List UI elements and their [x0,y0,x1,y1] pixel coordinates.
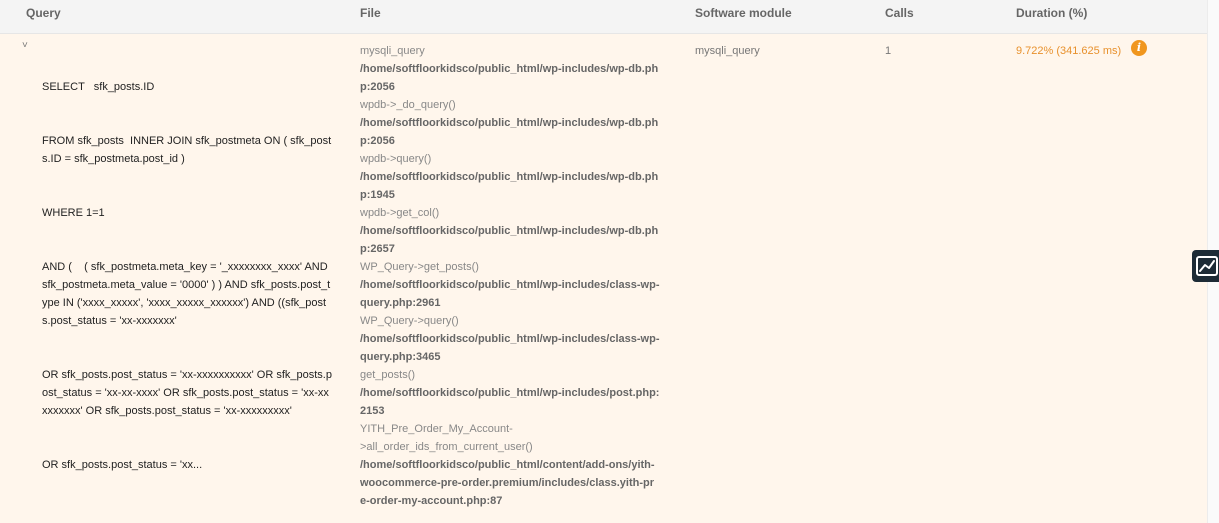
info-icon[interactable]: i [1131,40,1147,56]
chevron-down-icon[interactable]: ˅ [22,40,28,51]
query-line: AND ( ( sfk_postmeta.meta_key = '_xxxxxx… [42,261,331,327]
stack-path: /home/softfloorkidsco/public_html/conten… [360,459,655,507]
query-text: SELECT sfk_posts.ID FROM sfk_posts INNER… [42,42,332,510]
column-header-file[interactable]: File [360,6,381,20]
stack-function: WP_Query->query() [360,315,459,327]
column-header-module[interactable]: Software module [695,6,792,20]
stack-function: mysqli_query [360,45,425,57]
column-header-calls[interactable]: Calls [885,6,914,20]
stack-path: /home/softfloorkidsco/public_html/wp-inc… [360,279,660,309]
duration-value: 9.722% (341.625 ms) [1016,45,1122,57]
stack-function: WP_Query->get_posts() [360,261,479,273]
stack-function: wpdb->_do_query() [360,99,456,111]
column-header-query[interactable]: Query [26,6,61,20]
file-stack: mysqli_query /home/softfloorkidsco/publi… [360,42,660,510]
chart-toggle-button[interactable] [1192,250,1219,282]
query-line: SELECT sfk_posts.ID [42,81,155,93]
stack-path: /home/softfloorkidsco/public_html/wp-inc… [360,63,659,93]
query-line: WHERE 1=1 [42,207,105,219]
stack-function: get_posts() [360,369,416,381]
stack-function: wpdb->query() [360,153,432,165]
stack-path: /home/softfloorkidsco/public_html/wp-inc… [360,333,660,363]
table-row[interactable]: ˅ SELECT sfk_posts.ID FROM sfk_posts INN… [0,34,1207,523]
chart-line-icon [1196,256,1218,276]
stack-path: /home/softfloorkidsco/public_html/wp-inc… [360,225,659,255]
stack-path: /home/softfloorkidsco/public_html/wp-inc… [360,171,659,201]
query-line: OR sfk_posts.post_status = 'xx... [42,459,203,471]
software-module: mysqli_query [695,45,760,57]
stack-function: YITH_Pre_Order_My_Account->all_order_ids… [360,423,533,453]
stack-path: /home/softfloorkidsco/public_html/wp-inc… [360,387,660,417]
stack-function: wpdb->get_col() [360,207,440,219]
query-line: OR sfk_posts.post_status = 'xx-xxxxxxxxx… [42,369,332,417]
column-header-duration[interactable]: Duration (%) [1016,6,1087,20]
table-header: Query File Software module Calls Duratio… [0,0,1207,34]
calls-count: 1 [885,45,892,57]
query-line: FROM sfk_posts INNER JOIN sfk_postmeta O… [42,135,332,165]
stack-path: /home/softfloorkidsco/public_html/wp-inc… [360,117,659,147]
